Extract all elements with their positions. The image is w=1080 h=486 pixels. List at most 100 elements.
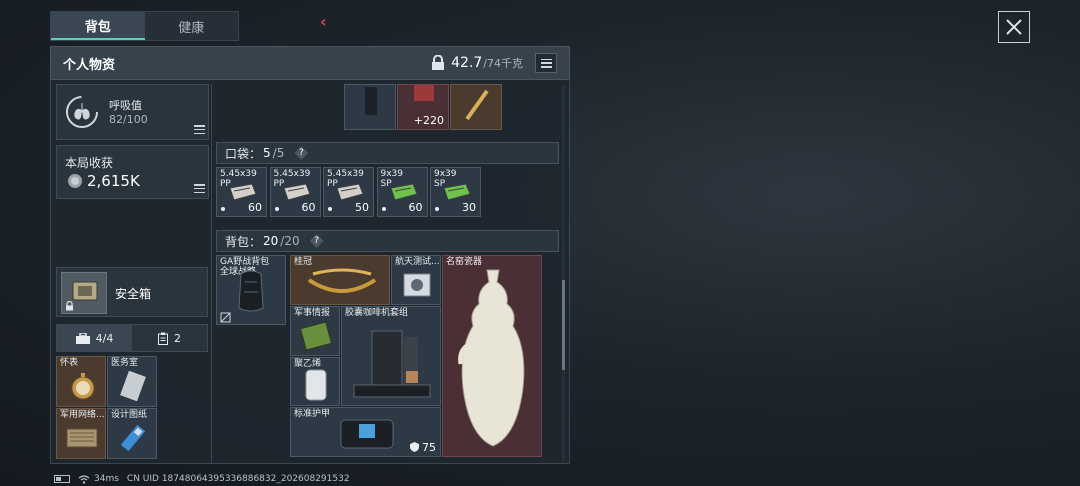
- porcelain-vase-icon: [458, 269, 525, 447]
- weight-current: 42.7: [451, 55, 483, 71]
- pocket-ammo-slot[interactable]: 9x39 SP 60: [376, 167, 428, 217]
- pocket-ammo-slot[interactable]: 9x39 SP 30: [430, 167, 481, 217]
- item-slot[interactable]: [450, 84, 502, 130]
- breath-label: 呼吸值: [109, 99, 142, 112]
- circuit-board-icon: [299, 321, 333, 351]
- network-device-icon: [66, 428, 98, 448]
- pocket-label: 口袋：: [225, 146, 262, 161]
- pocket-ammo-slot[interactable]: 5.45x39 PP 60: [216, 167, 267, 217]
- toolbox-icon: [75, 332, 90, 344]
- armor-durability: 75: [409, 441, 436, 454]
- lock-icon: [432, 55, 445, 70]
- wifi-icon: [78, 474, 90, 484]
- item-slot-stack[interactable]: +220: [397, 84, 449, 130]
- item-name: 名窑瓷器: [446, 257, 483, 267]
- close-button[interactable]: [998, 11, 1030, 43]
- top-tabs: 背包 健康: [50, 11, 239, 41]
- bag-item-military-intel[interactable]: 军事情报: [290, 306, 340, 356]
- supply-icon: [414, 85, 434, 101]
- panel-title: 个人物资: [63, 57, 116, 73]
- pocket-count: 5: [263, 146, 271, 160]
- ammo-qty: 50: [355, 201, 369, 214]
- ammo-qty: 60: [408, 201, 423, 214]
- tab-clipboard[interactable]: 2: [132, 325, 207, 351]
- safe-item-pocket-watch[interactable]: 怀表: [56, 356, 106, 407]
- help-icon[interactable]: ?: [294, 146, 309, 160]
- safe-box-slot: [61, 272, 107, 314]
- clipboard-icon: [158, 332, 168, 345]
- sort-menu-button[interactable]: [535, 53, 557, 73]
- safe-item-military-network[interactable]: 军用网络...: [56, 408, 106, 459]
- ammo-box-icon: [336, 183, 364, 201]
- help-icon[interactable]: ?: [309, 234, 324, 248]
- shield-icon: [409, 442, 419, 452]
- laurel-crown-icon: [307, 268, 377, 293]
- safe-box-card[interactable]: 安全箱: [56, 267, 208, 317]
- safe-box-label: 安全箱: [115, 287, 152, 301]
- list-icon: [540, 58, 552, 68]
- weight-max: /74千克: [483, 57, 523, 70]
- tab-safe-items-label: 4/4: [95, 331, 114, 345]
- weight-display: 42.7/74千克: [431, 53, 557, 73]
- coffee-machine-icon: [353, 330, 431, 398]
- ammo-qty: 30: [462, 201, 476, 214]
- item-name: 设计图纸: [111, 410, 148, 420]
- back-arrow-icon[interactable]: ‹: [320, 12, 327, 31]
- column-divider: [211, 84, 212, 464]
- backpack-label: 背包：: [225, 234, 262, 249]
- loot-label: 本局收获: [65, 156, 114, 170]
- syringe-icon: [465, 89, 489, 121]
- breath-value: 82/100: [109, 113, 148, 126]
- backpack-header: 背包： 20 /20 ?: [216, 230, 559, 252]
- breath-card[interactable]: 呼吸值 82/100: [56, 84, 209, 140]
- lungs-icon: [66, 96, 98, 128]
- scrollbar-thumb[interactable]: [562, 280, 565, 370]
- pocket-ammo-slot[interactable]: 5.45x39 PP 50: [323, 167, 374, 217]
- close-icon: [1006, 19, 1022, 35]
- roll-icon: [305, 369, 327, 401]
- bag-item-polyethylene[interactable]: 聚乙烯: [290, 357, 340, 406]
- ammo-box-icon: [389, 183, 418, 201]
- safe-box-tabs: 4/4 2: [56, 324, 208, 352]
- tab-clipboard-label: 2: [174, 331, 181, 345]
- tab-health[interactable]: 健康: [145, 12, 239, 40]
- backpack-total: /20: [280, 234, 300, 248]
- bag-item-aerospace-test[interactable]: 航天测试...: [391, 255, 441, 305]
- safe-item-blueprint[interactable]: 设计图纸: [107, 408, 157, 459]
- battery-icon: [54, 475, 70, 483]
- pocket-watch-icon: [71, 373, 95, 400]
- usb-drive-icon: [120, 424, 146, 452]
- item-name: 军事情报: [294, 308, 331, 318]
- loot-card[interactable]: 本局收获 2,615K: [56, 145, 209, 199]
- bag-item-coffee-machine[interactable]: 胶囊咖啡机套组: [341, 306, 441, 406]
- tab-safe-items[interactable]: 4/4: [57, 325, 132, 351]
- tab-backpack[interactable]: 背包: [51, 12, 145, 40]
- safe-item-medical[interactable]: 医务室: [107, 356, 157, 407]
- ammo-dot: [328, 207, 332, 211]
- bag-item-standard-armor[interactable]: 标准护甲 75: [290, 407, 441, 457]
- ping-text: 34ms: [94, 474, 119, 484]
- no-insure-icon: [220, 312, 231, 323]
- ammo-qty: 60: [301, 201, 316, 214]
- pocket-header: 口袋： 5 /5 ?: [216, 142, 559, 164]
- ammo-box-icon: [229, 183, 257, 201]
- uid-text: CN UID 18748064395336886832_202608291532: [126, 474, 350, 484]
- scrollbar-track[interactable]: [562, 86, 565, 462]
- safe-box-icon: [72, 281, 98, 301]
- item-slot[interactable]: [344, 84, 396, 130]
- bag-item-laurel[interactable]: 桂冠: [290, 255, 390, 305]
- ammo-dot: [381, 207, 386, 211]
- list-icon: [194, 125, 205, 134]
- pocket-ammo-slot[interactable]: 5.45x39 PP 60: [269, 167, 321, 217]
- armor-durability-value: 75: [422, 441, 436, 454]
- lock-icon: [66, 301, 73, 311]
- armor-vest-icon: [340, 419, 394, 449]
- loot-value: 2,615K: [87, 172, 140, 190]
- medical-card-icon: [120, 371, 146, 401]
- ammo-box-icon: [282, 183, 311, 201]
- backpack-equipment-slot[interactable]: GA野战背包 全球战略: [216, 255, 286, 325]
- coin-icon: [68, 174, 82, 188]
- device-icon: [365, 87, 377, 115]
- item-name: 医务室: [111, 358, 139, 368]
- bag-item-porcelain[interactable]: 名窑瓷器: [442, 255, 542, 457]
